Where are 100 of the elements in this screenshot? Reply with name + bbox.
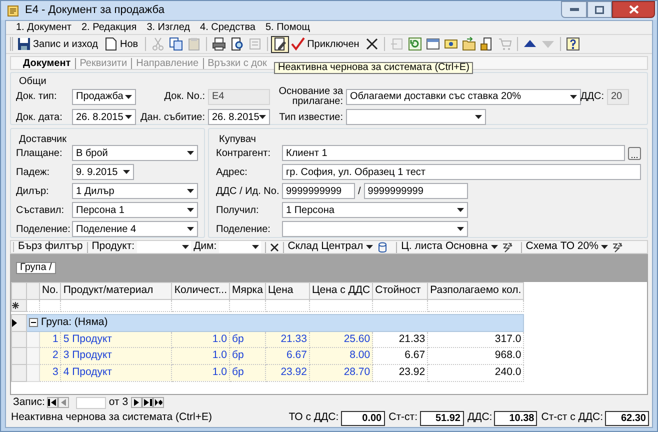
readonly-field: E4	[208, 88, 270, 104]
settings-icon[interactable]	[612, 242, 624, 252]
text-field[interactable]: гр. София, ул. Образец 1 тест	[282, 164, 641, 180]
left-triangle-icon	[59, 399, 68, 406]
caret-icon	[259, 115, 266, 119]
field-label: Склад	[288, 239, 318, 254]
column-header[interactable]: Цена с ДДС	[309, 282, 373, 300]
field-label: Адрес:	[216, 166, 248, 180]
cross-icon	[365, 37, 380, 51]
close-button[interactable]	[612, 1, 655, 18]
maximize-button[interactable]	[587, 1, 612, 18]
table-cell: 968.0	[428, 348, 524, 364]
window-button[interactable]	[424, 36, 442, 52]
table-cell: 21.33	[265, 331, 310, 348]
column-header[interactable]: Количест...	[172, 282, 230, 300]
clipboard-icon	[187, 37, 202, 51]
column-header[interactable]: Разполагаемо кол.	[428, 282, 524, 300]
table-cell: 6.67	[372, 348, 428, 364]
row-pointer-icon	[12, 318, 17, 327]
dropdown[interactable]: Продажба	[72, 88, 136, 104]
dropdown[interactable]: Основна	[445, 239, 498, 255]
caret-icon	[490, 245, 498, 249]
text-field[interactable]: Клиент 1	[282, 145, 625, 161]
database-icon[interactable]	[378, 242, 388, 252]
dropdown[interactable]: 1 Персона	[282, 202, 468, 218]
field-label: ТО с ДДС:	[288, 410, 339, 426]
document-icon	[7, 4, 19, 16]
group-chip[interactable]: Група /	[16, 262, 56, 274]
table-cell: 1.0	[172, 331, 230, 348]
copy-button[interactable]	[167, 36, 186, 52]
next-record-button[interactable]	[131, 397, 142, 408]
close-icon	[628, 5, 638, 14]
page-magnifier-icon	[230, 37, 244, 51]
dropdown[interactable]: ТО 20%	[560, 239, 608, 255]
dropdown[interactable]: 26. 8.2015	[208, 109, 270, 125]
save-button[interactable]: Запис и изход	[15, 36, 102, 52]
text-field[interactable]: 9999999999	[364, 183, 468, 199]
dropdown[interactable]: Поделение 4	[72, 221, 198, 237]
dropdown[interactable]	[218, 241, 261, 253]
table-cell: 1.0	[172, 364, 230, 382]
field-label: Основание за прилагане:	[278, 86, 344, 106]
dropdown[interactable]: 26. 8.2015	[72, 109, 136, 125]
group-title: Доставчик	[19, 134, 67, 146]
column-header[interactable]: Стойност	[372, 282, 428, 300]
complete-button[interactable]: Приключен	[289, 36, 364, 52]
draft-button[interactable]	[271, 36, 290, 52]
last-icon	[144, 399, 152, 406]
new-record-button[interactable]	[153, 397, 164, 408]
caret-icon	[187, 227, 194, 231]
browse-button[interactable]: ...	[628, 146, 641, 160]
settings-icon[interactable]	[502, 242, 513, 252]
table-cell: 23.92	[372, 364, 428, 382]
menu-item[interactable]: 3. Изглед	[146, 20, 190, 35]
column-header[interactable]: Цена	[265, 282, 310, 300]
caret-icon	[182, 245, 189, 249]
group-row[interactable]: Група: (Няма)	[26, 314, 524, 331]
field-label: ДДС:	[580, 90, 605, 104]
dropdown[interactable]: Облагаеми доставки със ставка 20%	[346, 88, 581, 104]
column-header[interactable]: Мярка	[230, 282, 266, 300]
menu-item[interactable]: 1. Документ	[16, 20, 72, 35]
dropdown[interactable]: Персона 1	[72, 202, 198, 218]
minus-box-icon[interactable]	[29, 318, 38, 328]
group-title: Общи	[19, 76, 46, 88]
caret-icon	[187, 151, 194, 155]
tab[interactable]: Документ	[23, 56, 71, 70]
total-field: 0.00	[340, 410, 385, 426]
dropdown[interactable]: В брой	[72, 145, 198, 161]
menu-item[interactable]: 5. Помощ	[265, 20, 310, 35]
field-label: Получил:	[216, 204, 260, 218]
caret-icon	[123, 170, 130, 174]
menu-item[interactable]: 4. Средства	[200, 20, 256, 35]
table-cell: 23.92	[265, 364, 310, 382]
field-label: Дилър:	[16, 184, 50, 198]
menu-item[interactable]: 2. Редакция	[81, 20, 137, 35]
last-record-button[interactable]	[142, 397, 154, 408]
field-label: Поделение:	[16, 222, 72, 236]
print-button[interactable]	[210, 36, 228, 52]
help-button[interactable]	[564, 36, 582, 52]
first-record-button[interactable]	[46, 397, 58, 408]
field-label: Продукт:	[92, 239, 135, 254]
column-header[interactable]: No.	[40, 282, 61, 300]
field-label: Тип известие:	[279, 110, 344, 124]
column-header[interactable]: Продукт/материал	[60, 282, 172, 300]
lock-page-icon	[480, 37, 494, 51]
field-label: Дан. събитие:	[140, 110, 206, 124]
clear-icon[interactable]	[270, 242, 279, 252]
scissors-icon	[151, 37, 166, 51]
record-number-field[interactable]	[76, 396, 106, 408]
caret-icon	[457, 227, 464, 231]
text-field[interactable]: 9999999999	[282, 183, 355, 199]
folder-button[interactable]	[460, 36, 478, 52]
field-label: Ст-ст с ДДС:	[541, 410, 603, 426]
minimize-button[interactable]	[561, 1, 587, 18]
new-button[interactable]: Нов	[102, 36, 142, 52]
dropdown[interactable]: 1 Дилър	[72, 183, 198, 199]
card-icon	[444, 37, 458, 51]
dropdown[interactable]: Централ	[321, 239, 374, 255]
refresh-button[interactable]	[406, 36, 424, 52]
dropdown[interactable]: 9. 9.2015	[72, 164, 134, 180]
table-cell: 1.0	[172, 348, 230, 364]
